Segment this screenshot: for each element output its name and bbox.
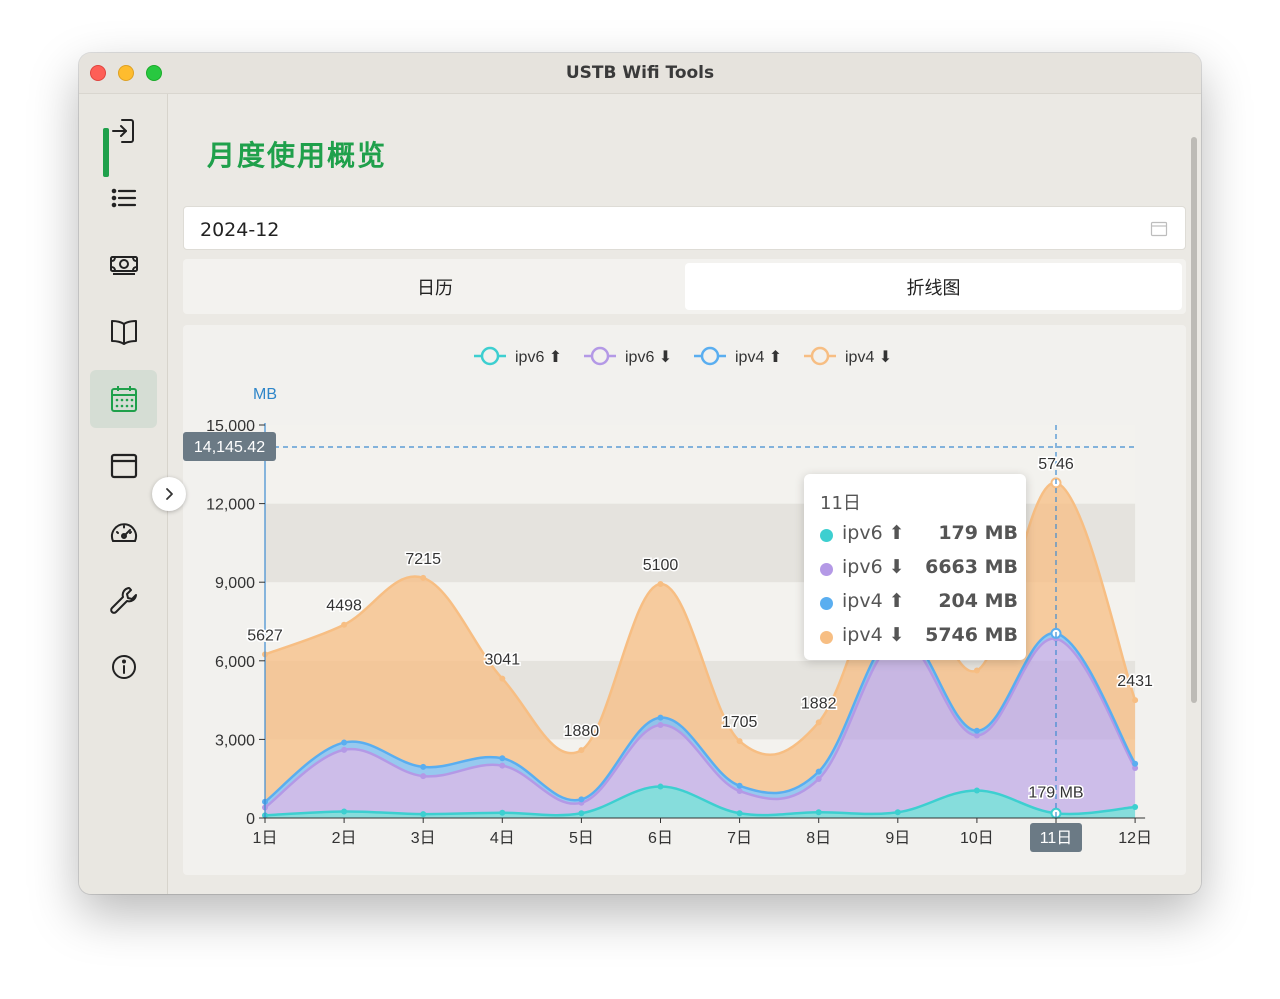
data-point: [499, 762, 506, 769]
tooltip-series-name: ipv4 ⬇: [842, 624, 905, 646]
data-point: [973, 787, 980, 794]
tooltip-dot: [820, 563, 833, 576]
x-tick-label: 2日: [332, 830, 357, 847]
x-tick-label: 8日: [806, 830, 831, 847]
data-point: [420, 574, 427, 581]
data-label: 5746: [1038, 456, 1074, 473]
chevron-right-icon: [166, 488, 173, 500]
y-axis-label: MB: [253, 386, 277, 403]
legend-item[interactable]: ipv4 ⬇: [804, 346, 892, 366]
data-point: [657, 714, 664, 721]
legend-item[interactable]: ipv6 ⬇: [584, 346, 672, 366]
legend-item[interactable]: ipv4 ⬆: [694, 346, 782, 366]
data-point: [973, 667, 980, 674]
tooltip-series-name: ipv6 ⬆: [842, 522, 905, 544]
tooltip-row: ipv4 ⬆ 204 MB: [820, 590, 1018, 616]
tooltip-dot: [820, 631, 833, 644]
data-point: [420, 811, 427, 818]
legend-marker: [700, 346, 720, 366]
data-point: [736, 738, 743, 745]
legend-marker: [810, 346, 830, 366]
legend-label: ipv4 ⬇: [845, 349, 892, 366]
x-tick-label: 12日: [1118, 830, 1152, 847]
data-point: [499, 675, 506, 682]
chart-tooltip: 11日 ipv6 ⬆ 179 MB ipv6 ⬇ 6663 MB ipv4 ⬆ …: [804, 474, 1026, 660]
data-point: [341, 739, 348, 746]
tooltip-row: ipv6 ⬇ 6663 MB: [820, 556, 1018, 582]
legend-marker: [480, 346, 500, 366]
tooltip-row: ipv6 ⬆ 179 MB: [820, 522, 1018, 548]
data-point: [1132, 760, 1139, 767]
data-point: [894, 809, 901, 816]
data-label: 2431: [1117, 673, 1153, 690]
data-point: [815, 768, 822, 775]
data-point: [736, 810, 743, 817]
x-tick-label: 10日: [960, 830, 994, 847]
data-point: [736, 782, 743, 789]
sidebar-expand-button[interactable]: [152, 477, 186, 511]
tooltip-title: 11日: [820, 493, 861, 514]
crosshair-value-label: 14,145.42: [194, 439, 265, 456]
data-point: [1132, 803, 1139, 810]
data-label: 7215: [405, 551, 441, 568]
data-point: [736, 788, 743, 795]
data-point: [341, 621, 348, 628]
x-tick-label: 6日: [648, 830, 673, 847]
tooltip-value: 179 MB: [938, 522, 1018, 544]
tooltip-row: ipv4 ⬇ 5746 MB: [820, 624, 1018, 650]
x-tick-label: 7日: [727, 830, 752, 847]
legend-item[interactable]: ipv6 ⬆: [474, 346, 562, 366]
data-point: [973, 727, 980, 734]
usage-chart: 03,0006,0009,00012,00015,000MB14,145.421…: [183, 346, 1154, 852]
y-tick-label: 3,000: [215, 732, 255, 749]
tooltip-series-name: ipv6 ⬇: [842, 556, 905, 578]
data-point: [420, 773, 427, 780]
data-point: [657, 783, 664, 790]
tooltip-series-name: ipv4 ⬆: [842, 590, 905, 612]
tooltip-dot: [820, 597, 833, 610]
y-tick-label: 6,000: [215, 654, 255, 671]
x-tick-label: 11日: [1040, 830, 1073, 847]
tooltip-value: 5746 MB: [925, 624, 1018, 646]
data-point: [420, 763, 427, 770]
data-label: 5627: [247, 627, 283, 644]
legend-label: ipv6 ⬆: [515, 349, 562, 366]
data-label: 1882: [801, 695, 837, 712]
data-point: [657, 581, 664, 588]
y-tick-label: 0: [246, 811, 255, 828]
legend-label: ipv4 ⬆: [735, 349, 782, 366]
data-label: 1705: [722, 714, 758, 731]
y-tick-label: 9,000: [215, 575, 255, 592]
data-point: [815, 775, 822, 782]
data-point: [499, 755, 506, 762]
data-point: [815, 809, 822, 816]
legend-marker: [590, 346, 610, 366]
data-point: [341, 746, 348, 753]
data-point: [578, 747, 585, 754]
data-point: [657, 721, 664, 728]
x-tick-label: 5日: [569, 830, 594, 847]
legend-label: ipv6 ⬇: [625, 349, 672, 366]
y-tick-label: 12,000: [206, 497, 255, 514]
data-label: 3041: [485, 652, 521, 669]
data-point: [341, 808, 348, 815]
data-point: [578, 796, 585, 803]
tooltip-value: 6663 MB: [925, 556, 1018, 578]
data-point: [815, 719, 822, 726]
point-label: 179 MB: [1028, 784, 1083, 801]
data-point: [499, 809, 506, 816]
x-tick-label: 1日: [253, 830, 278, 847]
data-point: [578, 810, 585, 817]
tooltip-value: 204 MB: [938, 590, 1018, 612]
data-label: 1880: [564, 723, 600, 740]
x-tick-label: 4日: [490, 830, 515, 847]
data-label: 4498: [326, 598, 362, 615]
x-tick-label: 9日: [885, 830, 910, 847]
data-point: [1132, 697, 1139, 704]
data-label: 5100: [643, 557, 679, 574]
x-tick-label: 3日: [411, 830, 436, 847]
tooltip-dot: [820, 529, 833, 542]
